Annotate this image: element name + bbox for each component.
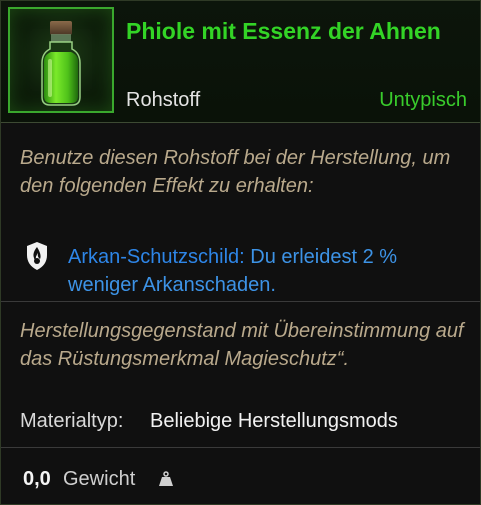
weight-value: 0,0 <box>23 468 51 490</box>
arcane-ward-icon <box>27 242 47 270</box>
item-tooltip: Phiole mit Essenz der Ahnen Rohstoff Unt… <box>0 0 481 505</box>
material-type-label: Materialtyp: <box>20 410 124 432</box>
divider <box>1 447 480 448</box>
item-category: Rohstoff <box>126 89 201 111</box>
effect-name: Arkan-Schutzschild: <box>68 246 245 268</box>
item-icon-frame <box>8 7 114 113</box>
tooltip-header: Phiole mit Essenz der Ahnen Rohstoff Unt… <box>1 1 480 123</box>
item-description: Benutze diesen Rohstoff bei der Herstell… <box>20 147 451 197</box>
green-vial-icon <box>41 21 81 106</box>
material-type-value: Beliebige Herstellungsmods <box>150 410 398 432</box>
effect-text: Arkan-Schutzschild: Du erleidest 2 % wen… <box>68 243 468 299</box>
crafting-note: Herstellungsgegenstand mit Übereinstimmu… <box>20 320 464 370</box>
divider <box>1 301 480 302</box>
weight-icon <box>159 471 173 486</box>
item-name: Phiole mit Essenz der Ahnen <box>126 18 441 44</box>
item-rarity: Untypisch <box>379 89 467 111</box>
weight-label: Gewicht <box>63 468 136 490</box>
